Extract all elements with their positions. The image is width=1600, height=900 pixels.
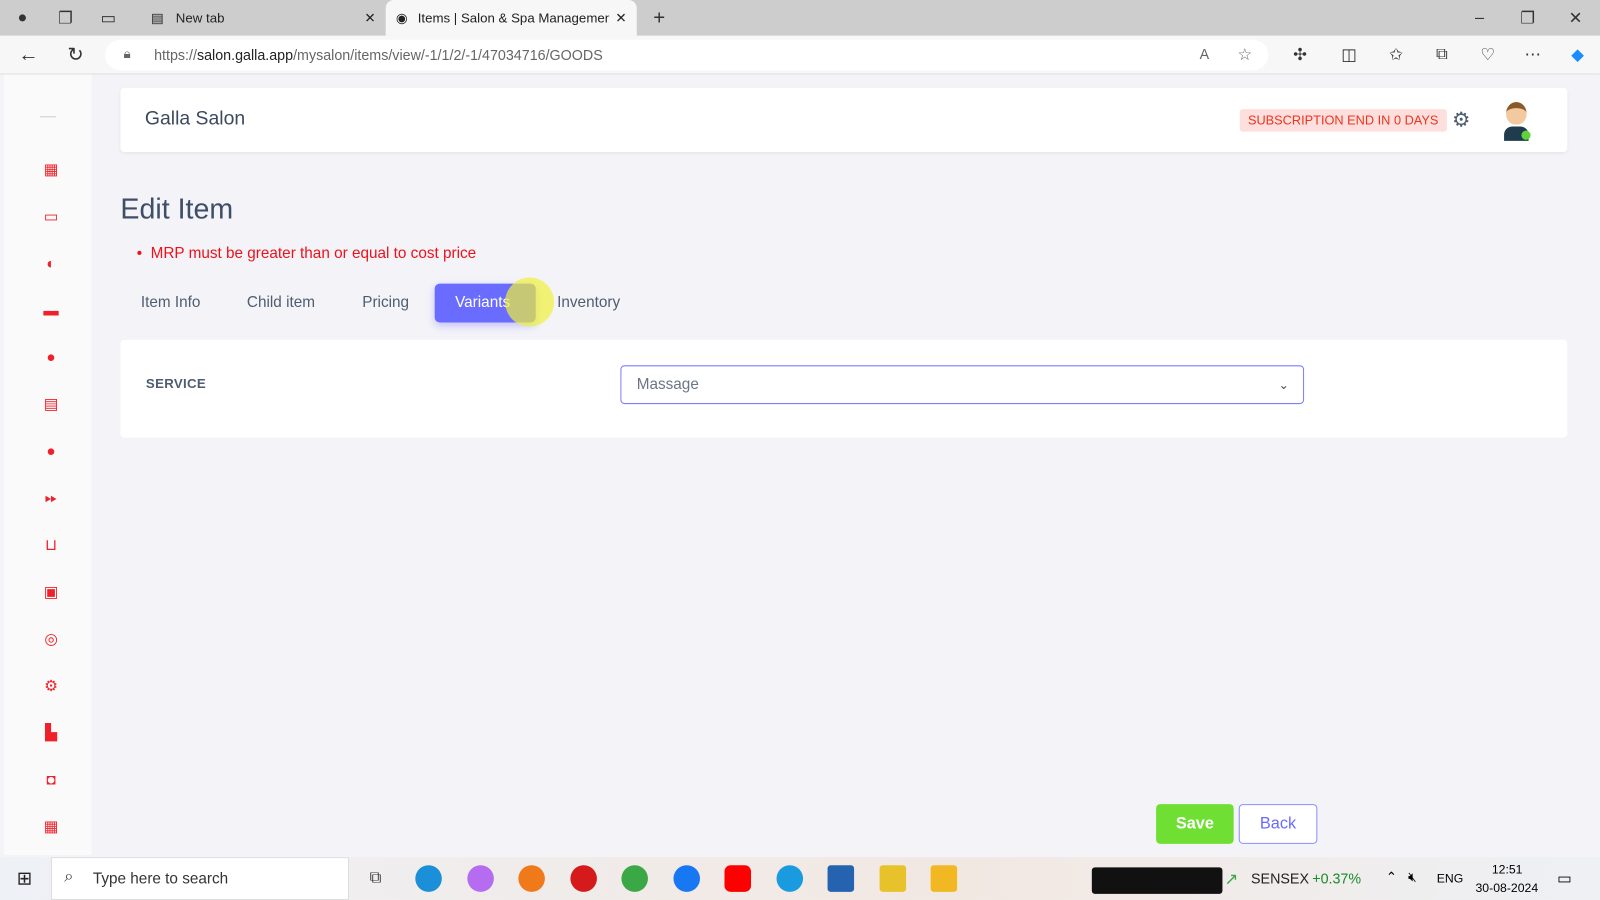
favorite-star-icon[interactable]: ☆ [1237, 45, 1252, 65]
app-icon[interactable] [879, 865, 907, 892]
calendar-icon[interactable]: ▦ [42, 818, 60, 836]
folder-icon[interactable]: ▭ [42, 208, 60, 226]
service-select[interactable]: Massage ⌄ [620, 365, 1305, 405]
brand-name: Galla Salon [144, 108, 246, 130]
coupon-icon[interactable]: ▬ [42, 302, 60, 320]
location-icon[interactable]: ◎ [42, 631, 60, 649]
reload-icon[interactable]: ↻ [63, 43, 87, 67]
chart-up-icon: ↗ [1224, 871, 1239, 889]
chrome-icon[interactable] [621, 865, 648, 892]
browser-tab-new[interactable]: ▤ New tab ✕ [143, 0, 384, 36]
language-indicator[interactable]: ENG [1437, 871, 1464, 885]
error-text: MRP must be greater than or equal to cos… [150, 244, 477, 263]
document-icon[interactable]: ▤ [42, 396, 60, 414]
ticker-name[interactable]: SENSEX [1251, 870, 1309, 886]
tab-pricing[interactable]: Pricing [342, 284, 430, 323]
report-icon[interactable]: ▙ [42, 724, 60, 742]
cursor-highlight [505, 277, 555, 327]
app-header: Galla Salon SUBSCRIPTION END IN 0 DAYS ⚙ [120, 87, 1568, 153]
windows-start-icon[interactable]: ⊞ [12, 867, 36, 889]
close-window-icon[interactable]: ✕ [1565, 6, 1585, 30]
save-button[interactable]: Save [1156, 804, 1234, 844]
contrast-icon[interactable]: ◐ [42, 255, 60, 273]
tab-item-info[interactable]: Item Info [120, 284, 220, 323]
skype-icon[interactable] [776, 865, 804, 892]
tab-actions-icon[interactable]: ▭ [96, 6, 120, 30]
read-aloud-icon[interactable]: A [1200, 46, 1210, 62]
settings-gear-icon[interactable]: ⚙ [1450, 108, 1472, 131]
favorites-icon[interactable]: ✩ [1384, 43, 1408, 67]
profile-icon[interactable]: ● [10, 6, 34, 30]
close-icon[interactable]: ✕ [615, 10, 626, 26]
avatar[interactable] [1503, 102, 1531, 141]
back-button[interactable]: Back [1238, 804, 1318, 844]
sidebar: ▦ ▭ ◐ ▬ ● ▤ ● ⏩︎ ⊔ ▣ ◎ ⚙ ▙ ◘ ▦ [4, 74, 92, 856]
user-icon[interactable]: ● [42, 443, 60, 461]
address-bar-row: ← ↻ 🔒︎ https://salon.galla.app/mysalon/i… [0, 35, 1600, 75]
workspaces-icon[interactable]: ❐ [53, 6, 77, 30]
browser-essentials-icon[interactable]: ♡ [1475, 43, 1499, 67]
close-icon[interactable]: ✕ [364, 10, 375, 26]
chevron-down-icon: ⌄ [1278, 377, 1289, 392]
search-placeholder: Type here to search [92, 869, 229, 888]
error-message: • MRP must be greater than or equal to c… [136, 244, 477, 263]
taskbar-search[interactable]: ⌕ Type here to search [51, 857, 349, 900]
notifications-icon[interactable]: ▭ [1557, 869, 1571, 887]
mute-icon[interactable]: 🔇︎ [1408, 869, 1416, 885]
clock-date[interactable]: 30-08-2024 [1475, 881, 1538, 895]
lock-icon: 🔒︎ [123, 45, 131, 62]
search-icon: ⌕ [64, 868, 74, 886]
chevron-up-icon[interactable]: ⌃ [1386, 869, 1397, 885]
task-view-icon[interactable]: ⧉ [363, 867, 387, 889]
site-icon: ◉ [395, 9, 408, 25]
ticker-change: +0.37% [1312, 870, 1362, 887]
tab-label: New tab [175, 10, 225, 26]
variants-card: SERVICE Massage ⌄ [120, 339, 1568, 438]
taskbar: ⊞ ⌕ Type here to search ⧉ ↗ SENSEX +0.37… [0, 857, 1600, 900]
browser-tab-items[interactable]: ◉ Items | Salon & Spa Management ✕ [385, 0, 637, 36]
url-host: salon.galla.app [196, 46, 294, 64]
facebook-icon[interactable] [673, 865, 700, 892]
copilot-app-icon[interactable] [467, 865, 494, 892]
contacts-icon[interactable]: ▣ [42, 584, 60, 602]
url-input[interactable]: 🔒︎ https://salon.galla.app/mysalon/items… [105, 39, 1269, 71]
edge-icon[interactable] [415, 865, 442, 892]
new-tab-icon[interactable]: + [647, 6, 671, 30]
firefox-icon[interactable] [518, 865, 545, 892]
cash-icon[interactable]: ◘ [42, 771, 60, 789]
tab-child-item[interactable]: Child item [227, 284, 336, 323]
url-path: /mysalon/items/view/-1/1/2/-1/47034716/G… [293, 46, 603, 64]
extensions-icon[interactable]: ✣ [1288, 43, 1312, 67]
collections-icon[interactable]: ⧉ [1430, 43, 1454, 67]
copilot-icon[interactable]: ◆ [1565, 43, 1589, 67]
online-status-dot [1521, 130, 1531, 140]
service-label: SERVICE [145, 375, 207, 391]
clock-time[interactable]: 12:51 [1492, 862, 1523, 876]
sidebar-toggle[interactable] [39, 116, 57, 118]
page-title: Edit Item [120, 192, 234, 225]
recorder-icon[interactable] [570, 865, 597, 892]
more-icon[interactable]: ⋯ [1520, 43, 1544, 67]
url-prefix: https:// [154, 46, 197, 64]
user-icon[interactable]: ● [42, 349, 60, 367]
youtube-icon[interactable] [724, 865, 752, 892]
back-arrow-icon[interactable]: ← [16, 43, 40, 67]
fast-forward-icon[interactable]: ⏩︎ [42, 490, 60, 508]
settings-icon[interactable]: ⚙ [42, 678, 60, 696]
page-icon: ▤ [151, 9, 164, 25]
subscription-badge: SUBSCRIPTION END IN 0 DAYS [1239, 109, 1447, 132]
dashboard-icon[interactable]: ▦ [42, 161, 60, 179]
store-icon[interactable] [827, 865, 855, 892]
basket-icon[interactable]: ⊔ [42, 537, 60, 555]
restore-icon[interactable]: ❐ [1517, 6, 1537, 30]
tab-label: Items | Salon & Spa Management [417, 10, 610, 26]
split-screen-icon[interactable]: ◫ [1337, 43, 1361, 67]
service-value: Massage [636, 375, 699, 393]
capture-toolbar[interactable] [1091, 867, 1223, 894]
minimize-icon[interactable]: – [1469, 6, 1489, 30]
file-explorer-icon[interactable] [930, 865, 958, 892]
browser-tab-bar: ● ❐ ▭ ▤ New tab ✕ ◉ Items | Salon & Spa … [0, 0, 1600, 36]
